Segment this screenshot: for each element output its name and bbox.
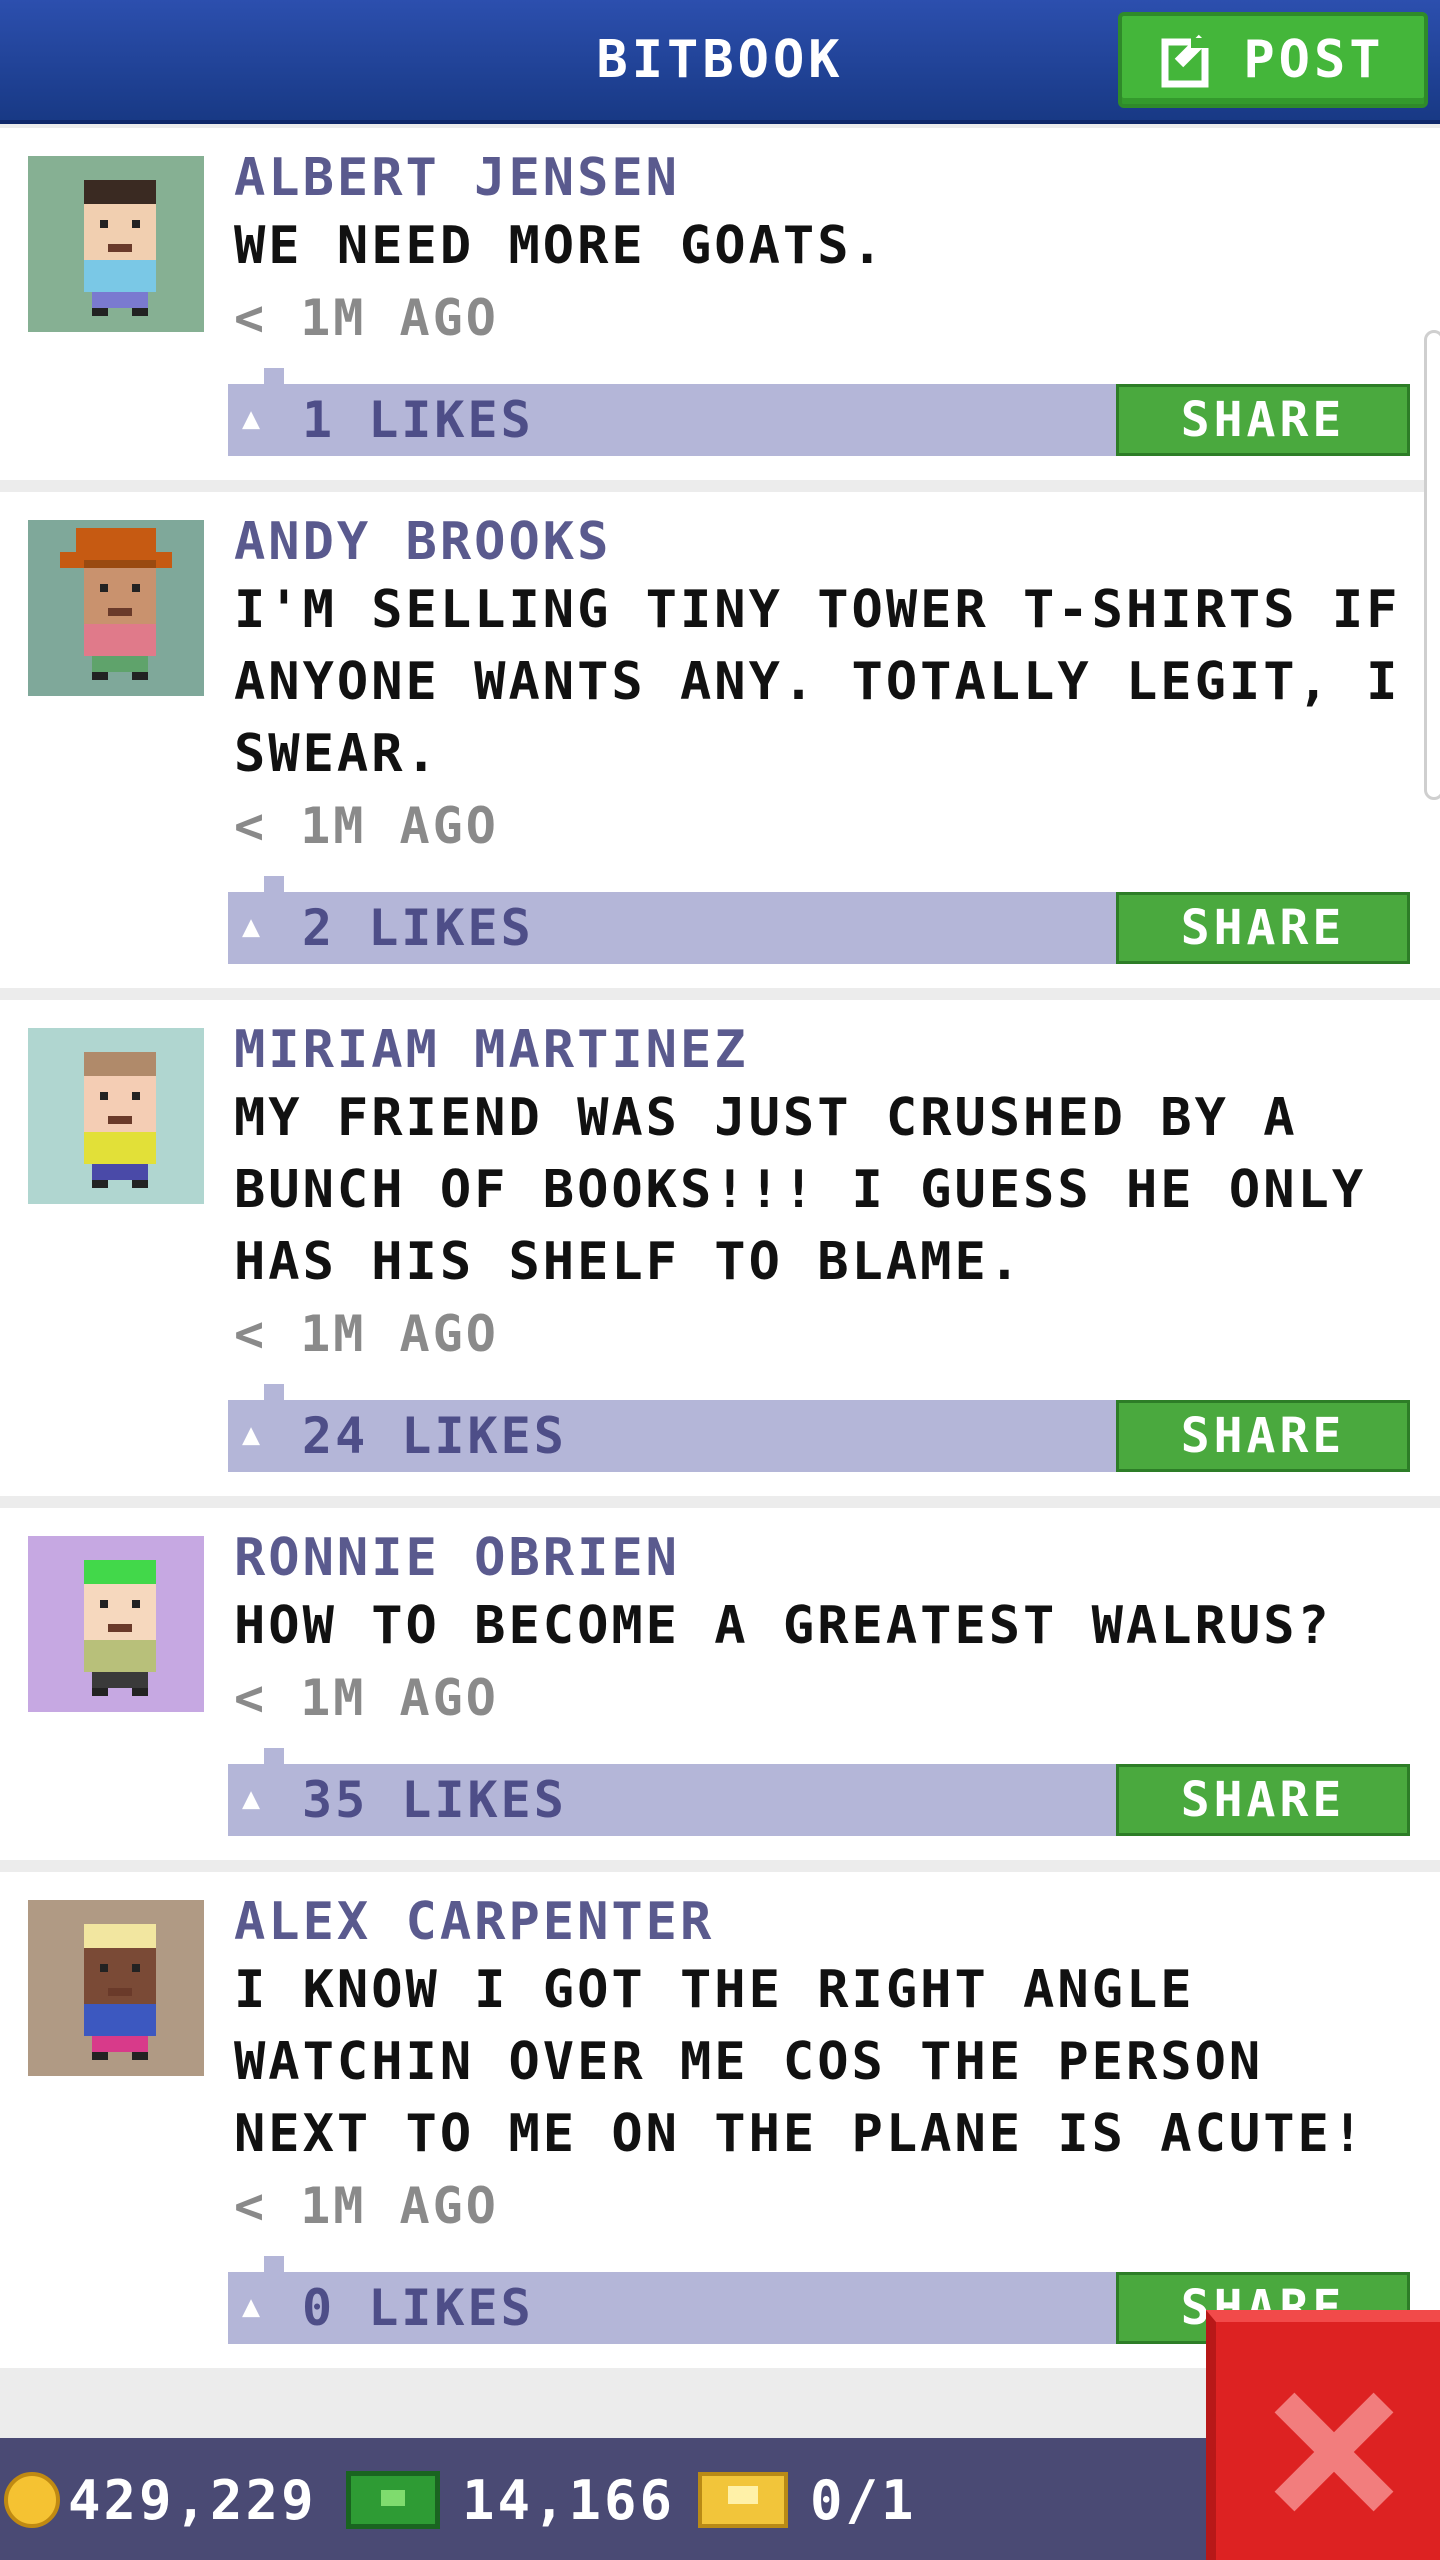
bux-icon	[346, 2471, 440, 2529]
post-text-line: WATCHIN OVER ME COS THE PERSON	[234, 2032, 1264, 2092]
bux-value: 14,166	[462, 2468, 676, 2532]
post-time: < 1M AGO	[234, 797, 499, 855]
avatar[interactable]	[28, 1536, 204, 1712]
scrollbar[interactable]	[1424, 330, 1440, 800]
post-label: POST	[1243, 30, 1385, 90]
author-name[interactable]: ANDY BROOKS	[234, 510, 1430, 574]
post-text-line: BUNCH OF BOOKS!!! I GUESS HE ONLY	[234, 1160, 1367, 1220]
post-time: < 1M AGO	[234, 2177, 499, 2235]
post-card: ALEX CARPENTER I KNOW I GOT THE RIGHT ANG…	[0, 1872, 1440, 2368]
like-tab	[264, 876, 284, 892]
post-card: ALBERT JENSEN WE NEED MORE GOATS. < 1M AGO…	[0, 128, 1440, 480]
ticket-icon	[698, 2472, 788, 2528]
post-text-line: NEXT TO ME ON THE PLANE IS ACUTE!	[234, 2104, 1367, 2164]
post-card: MIRIAM MARTINEZ MY FRIEND WAS JUST CRUSHE…	[0, 1000, 1440, 1496]
author-name[interactable]: ALBERT JENSEN	[234, 146, 1430, 210]
tickets-value: 0/1	[810, 2468, 917, 2532]
post-text-line: HAS HIS SHELF TO BLAME.	[234, 1232, 1024, 1292]
like-tab	[264, 2256, 284, 2272]
author-name[interactable]: MIRIAM MARTINEZ	[234, 1018, 1430, 1082]
post-content: ANDY BROOKS I'M SELLING TINY TOWER T-SHIR…	[234, 510, 1430, 862]
like-tab	[264, 1384, 284, 1400]
likes-bar: ▲ 24 LIKES SHARE	[228, 1384, 1410, 1472]
post-button[interactable]: POST	[1118, 12, 1428, 108]
coins-value: 429,229	[68, 2468, 317, 2532]
like-icon[interactable]: ▲	[242, 404, 278, 434]
author-name[interactable]: RONNIE OBRIEN	[234, 1526, 1430, 1590]
avatar[interactable]	[28, 520, 204, 696]
edit-icon	[1161, 34, 1222, 88]
post-content: ALBERT JENSEN WE NEED MORE GOATS. < 1M AGO	[234, 146, 1430, 354]
post-card: ANDY BROOKS I'M SELLING TINY TOWER T-SHIR…	[0, 492, 1440, 988]
likes-count: 1 LIKES	[302, 391, 534, 449]
share-button[interactable]: SHARE	[1116, 384, 1410, 456]
share-button[interactable]: SHARE	[1116, 892, 1410, 964]
post-content: MIRIAM MARTINEZ MY FRIEND WAS JUST CRUSHE…	[234, 1018, 1430, 1370]
avatar[interactable]	[28, 1900, 204, 2076]
close-button[interactable]	[1206, 2310, 1440, 2560]
share-button[interactable]: SHARE	[1116, 1400, 1410, 1472]
header-bar: BITBOOK POST	[0, 0, 1440, 124]
post-text-line: I KNOW I GOT THE RIGHT ANGLE	[234, 1960, 1195, 2020]
likes-count: 24 LIKES	[302, 1407, 567, 1465]
tickets-stat: 0/1	[698, 2460, 917, 2540]
post-time: < 1M AGO	[234, 289, 499, 347]
post-text-line: SWEAR.	[234, 724, 440, 784]
likes-count: 2 LIKES	[302, 899, 534, 957]
author-name[interactable]: ALEX CARPENTER	[234, 1890, 1430, 1954]
post-text-line: MY FRIEND WAS JUST CRUSHED BY A	[234, 1088, 1298, 1148]
post-text-line: WE NEED MORE GOATS.	[234, 216, 886, 276]
coin-icon	[4, 2472, 60, 2528]
like-icon[interactable]: ▲	[242, 1420, 278, 1450]
post-text-line: I'M SELLING TINY TOWER T-SHIRTS IF	[234, 580, 1401, 640]
close-icon	[1272, 2392, 1392, 2512]
likes-count: 35 LIKES	[302, 1771, 567, 1829]
likes-bar: ▲ 35 LIKES SHARE	[228, 1748, 1410, 1836]
avatar[interactable]	[28, 1028, 204, 1204]
bux-stat: 14,166	[346, 2460, 675, 2540]
coins-stat: 429,229	[4, 2460, 317, 2540]
post-text-line: HOW TO BECOME A GREATEST WALRUS?	[234, 1596, 1332, 1656]
post-time: < 1M AGO	[234, 1305, 499, 1363]
likes-bar: ▲ 2 LIKES SHARE	[228, 876, 1410, 964]
like-icon[interactable]: ▲	[242, 912, 278, 942]
post-content: ALEX CARPENTER I KNOW I GOT THE RIGHT ANG…	[234, 1890, 1430, 2242]
post-text-line: ANYONE WANTS ANY. TOTALLY LEGIT, I	[234, 652, 1401, 712]
likes-bar: ▲ 1 LIKES SHARE	[228, 368, 1410, 456]
post-card: RONNIE OBRIEN HOW TO BECOME A GREATEST WA…	[0, 1508, 1440, 1860]
post-feed[interactable]: ALBERT JENSEN WE NEED MORE GOATS. < 1M AGO…	[0, 128, 1440, 2438]
avatar[interactable]	[28, 156, 204, 332]
like-icon[interactable]: ▲	[242, 1784, 278, 1814]
like-icon[interactable]: ▲	[242, 2292, 278, 2322]
likes-count: 0 LIKES	[302, 2279, 534, 2337]
share-button[interactable]: SHARE	[1116, 1764, 1410, 1836]
post-time: < 1M AGO	[234, 1669, 499, 1727]
like-tab	[264, 1748, 284, 1764]
like-tab	[264, 368, 284, 384]
post-content: RONNIE OBRIEN HOW TO BECOME A GREATEST WA…	[234, 1526, 1430, 1734]
